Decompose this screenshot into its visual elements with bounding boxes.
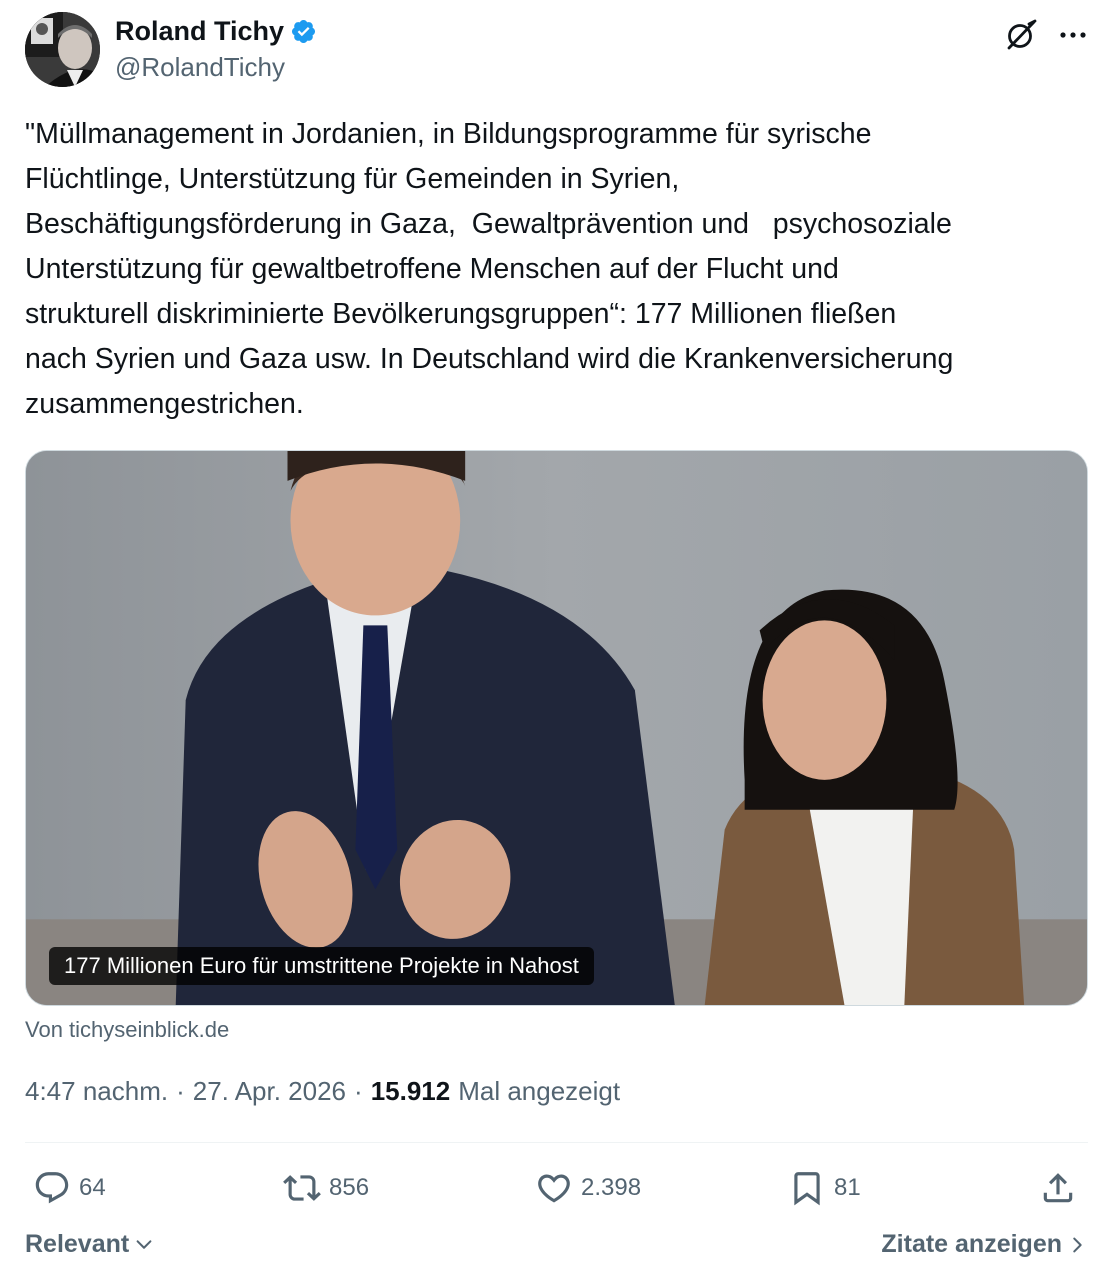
- grok-icon[interactable]: [1004, 18, 1038, 52]
- like-button[interactable]: 2.398: [535, 1165, 641, 1211]
- repost-count: 856: [329, 1174, 370, 1201]
- reply-icon: [35, 1172, 69, 1204]
- tweet-meta: 4:47 nachm. · 27. Apr. 2026 · 15.912 Mal…: [25, 1076, 620, 1107]
- author-name-row: Roland Tichy: [115, 16, 317, 47]
- bookmark-icon: [794, 1172, 820, 1206]
- verified-badge-icon: [290, 18, 317, 45]
- author-handle[interactable]: @RolandTichy: [115, 52, 285, 83]
- meta-separator: ·: [176, 1076, 185, 1106]
- avatar[interactable]: [25, 12, 100, 87]
- repost-icon: [283, 1175, 321, 1201]
- chevron-right-icon: [1073, 1237, 1082, 1252]
- views-label: Mal angezeigt: [458, 1076, 621, 1106]
- views-count: 15.912: [370, 1076, 451, 1106]
- replies-footer: Relevant Zitate anzeigen: [25, 1230, 1088, 1266]
- share-button[interactable]: [1039, 1165, 1077, 1211]
- share-icon: [1043, 1173, 1073, 1203]
- more-options-icon[interactable]: [1056, 18, 1090, 52]
- like-count: 2.398: [581, 1174, 642, 1201]
- tweet-date[interactable]: 27. Apr. 2026: [193, 1076, 346, 1107]
- repost-button[interactable]: 856: [283, 1165, 369, 1211]
- card-caption: 177 Millionen Euro für umstrittene Proje…: [49, 947, 594, 985]
- view-quotes-link[interactable]: Zitate anzeigen: [881, 1230, 1088, 1259]
- action-bar: 64 856 2.398 81: [25, 1165, 1088, 1211]
- reply-count: 64: [79, 1174, 106, 1201]
- reply-button[interactable]: 64: [33, 1165, 106, 1211]
- quotes-label: Zitate anzeigen: [881, 1230, 1062, 1258]
- bookmark-count: 81: [834, 1174, 861, 1201]
- meta-separator: ·: [354, 1076, 363, 1106]
- divider: [25, 1142, 1088, 1143]
- sort-label: Relevant: [25, 1230, 130, 1258]
- card-source[interactable]: Von tichyseinblick.de: [25, 1017, 229, 1043]
- link-card[interactable]: 177 Millionen Euro für umstrittene Proje…: [25, 450, 1088, 1006]
- bookmark-button[interactable]: 81: [788, 1165, 861, 1211]
- tweet-time[interactable]: 4:47 nachm.: [25, 1076, 168, 1107]
- card-photo: [26, 451, 1087, 1005]
- chevron-down-icon: [136, 1239, 152, 1249]
- heart-icon: [538, 1174, 570, 1203]
- tweet-text: "Müllmanagement in Jordanien, in Bildung…: [25, 118, 954, 420]
- tweet-header: Roland Tichy @RolandTichy: [25, 10, 1090, 90]
- sort-dropdown[interactable]: Relevant: [25, 1230, 155, 1259]
- author-name[interactable]: Roland Tichy: [115, 16, 284, 47]
